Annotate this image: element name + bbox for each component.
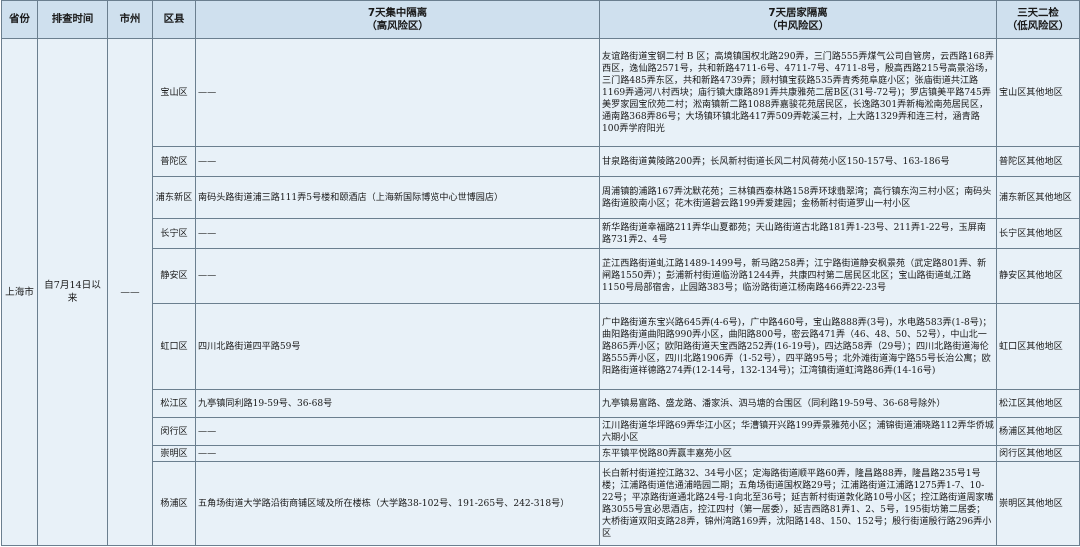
time-cell: 自7月14日以来	[37, 38, 108, 546]
header-province: 省份	[1, 0, 38, 39]
low-risk-cell: 松江区其他地区	[996, 389, 1080, 418]
district-cell: 宝山区	[152, 38, 196, 147]
mid-risk-cell: 周浦镇韵浦路167弄沈默花苑；三林镇西泰林路158弄环球翡翠湾；高行镇东沟三村小…	[599, 176, 997, 219]
header-low-risk: 三天二检 （低风险区）	[996, 0, 1080, 39]
district-cell: 长宁区	[152, 218, 196, 249]
mid-risk-cell: 芷江西路街道虬江路1489-1499号，新马路258弄；江宁路街道静安枫景苑（武…	[599, 248, 997, 304]
table-row: 普陀区 —— 甘泉路街道黄陵路200弄；长风新村街道长风二村风荷苑小区150-1…	[2, 146, 1080, 177]
header-city: 市州	[107, 0, 153, 39]
mid-risk-cell: 友谊路街道宝钢二村 B 区；高境镇国权北路290弄，三门路555弄煤气公司自管房…	[599, 38, 997, 147]
table-row: 静安区 —— 芷江西路街道虬江路1489-1499号，新马路258弄；江宁路街道…	[2, 248, 1080, 304]
high-risk-cell: 南码头路街道浦三路111弄5号楼和颐酒店（上海新国际博览中心世博园店）	[195, 176, 600, 219]
high-risk-cell: ——	[195, 417, 600, 446]
table-row: 崇明区 —— 东平镇平悦路80弄赢丰嘉苑小区 闵行区其他地区	[2, 445, 1080, 462]
mid-risk-cell: 新华路街道幸福路211弄华山夏都苑；天山路街道古北路181弄1-23号、211弄…	[599, 218, 997, 249]
district-cell: 松江区	[152, 389, 196, 418]
header-high-sub: （高风险区）	[366, 19, 429, 32]
table-row: 长宁区 —— 新华路街道幸福路211弄华山夏都苑；天山路街道古北路181弄1-2…	[2, 218, 1080, 249]
low-risk-cell: 杨浦区其他地区	[996, 417, 1080, 446]
header-low-sub: （低风险区）	[1006, 19, 1070, 32]
table-row: 松江区 九亭镇同利路19-59号、36-68号 九亭镇易富路、盛龙路、潘家浜、泗…	[2, 389, 1080, 418]
province-cell: 上海市	[1, 38, 38, 546]
table-row: 上海市 自7月14日以来 —— 宝山区 —— 友谊路街道宝钢二村 B 区；高境镇…	[1, 38, 1080, 546]
table-row: 杨浦区 五角场街道大学路沿街商铺区域及所在楼栋（大学路38-102号、191-2…	[2, 461, 1080, 546]
mid-risk-cell: 长白新村街道控江路32、34号小区；定海路街道顺平路60弄，隆昌路88弄，隆昌路…	[599, 461, 997, 546]
table-row: 闵行区 —— 江川路街道华坪路69弄华江小区；华漕镇开兴路199弄景雅苑小区；浦…	[2, 417, 1080, 446]
high-risk-cell: ——	[195, 445, 600, 462]
low-risk-cell: 浦东新区其他地区	[996, 176, 1080, 219]
low-risk-cell: 虹口区其他地区	[996, 303, 1080, 390]
district-cell: 杨浦区	[152, 461, 196, 546]
low-risk-cell: 闵行区其他地区	[996, 445, 1080, 462]
mid-risk-cell: 甘泉路街道黄陵路200弄；长风新村街道长风二村风荷苑小区150-157号、163…	[599, 146, 997, 177]
mid-risk-cell: 东平镇平悦路80弄赢丰嘉苑小区	[599, 445, 997, 462]
low-risk-cell: 静安区其他地区	[996, 248, 1080, 304]
header-low-title: 三天二检	[1017, 6, 1059, 19]
high-risk-cell: ——	[195, 146, 600, 177]
header-mid-sub: （中风险区）	[766, 19, 830, 32]
header-mid-title: 7天居家隔离	[768, 6, 828, 19]
header-mid-risk: 7天居家隔离 （中风险区）	[599, 0, 997, 39]
district-cell: 静安区	[152, 248, 196, 304]
header-high-risk: 7天集中隔离 （高风险区）	[195, 0, 600, 39]
high-risk-cell: ——	[195, 38, 600, 147]
header-time: 排查时间	[37, 0, 108, 39]
district-cell: 崇明区	[152, 445, 196, 462]
mid-risk-cell: 九亭镇易富路、盛龙路、潘家浜、泗马塘的合围区（同利路19-59号、36-68号除…	[599, 389, 997, 418]
high-risk-cell: 五角场街道大学路沿街商铺区域及所在楼栋（大学路38-102号、191-265号、…	[195, 461, 600, 546]
table-row: 浦东新区 南码头路街道浦三路111弄5号楼和颐酒店（上海新国际博览中心世博园店）…	[2, 176, 1080, 219]
district-cell: 虹口区	[152, 303, 196, 390]
header-district: 区县	[152, 0, 196, 39]
low-risk-cell: 宝山区其他地区	[996, 38, 1080, 147]
header-row: 省份 排查时间 市州 区县 7天集中隔离 （高风险区） 7天居家隔离 （中风险区…	[1, 0, 1080, 39]
city-cell: ——	[107, 38, 153, 546]
mid-risk-cell: 江川路街道华坪路69弄华江小区；华漕镇开兴路199弄景雅苑小区；浦锦街道浦晓路1…	[599, 417, 997, 446]
risk-area-table: 省份 排查时间 市州 区县 7天集中隔离 （高风险区） 7天居家隔离 （中风险区…	[1, 0, 1080, 546]
low-risk-cell: 普陀区其他地区	[996, 146, 1080, 177]
high-risk-cell: ——	[195, 218, 600, 249]
district-cell: 浦东新区	[152, 176, 196, 219]
district-cell: 普陀区	[152, 146, 196, 177]
high-risk-cell: 九亭镇同利路19-59号、36-68号	[195, 389, 600, 418]
mid-risk-cell: 广中路街道东宝兴路645弄(4-6号)，广中路460号，宝山路888弄(3号)，…	[599, 303, 997, 390]
low-risk-cell: 长宁区其他地区	[996, 218, 1080, 249]
table-row: 虹口区 四川北路街道四平路59号 广中路街道东宝兴路645弄(4-6号)，广中路…	[2, 303, 1080, 390]
low-risk-cell: 崇明区其他地区	[996, 461, 1080, 546]
high-risk-cell: ——	[195, 248, 600, 304]
high-risk-cell: 四川北路街道四平路59号	[195, 303, 600, 390]
header-high-title: 7天集中隔离	[367, 6, 428, 19]
district-cell: 闵行区	[152, 417, 196, 446]
